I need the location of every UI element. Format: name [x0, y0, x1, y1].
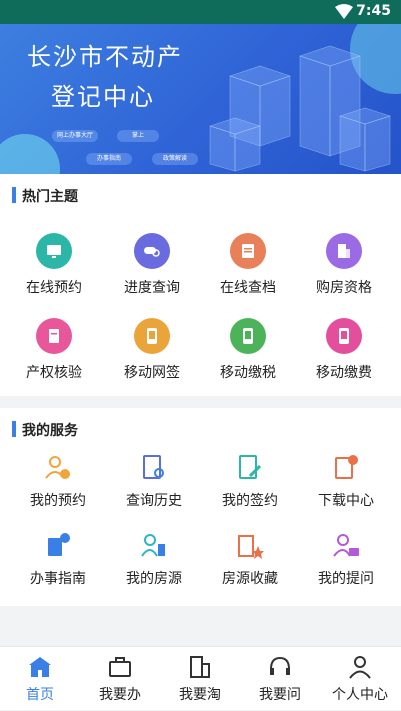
service-query-history[interactable]: 查询历史: [106, 454, 202, 514]
archive-icon: [230, 233, 266, 269]
user-clock-icon: [45, 456, 70, 479]
hot-topics-section: 热门主题 在线预约 进度查询 在线查档 购房资格 产权核验 移动网签 移动缴税 …: [0, 174, 401, 396]
section-accent-bar: [12, 421, 16, 437]
my-services-section: 我的服务 我的预约 查询历史 我的签约 下载中心 办事指南 我的房源 房源收藏 …: [0, 408, 401, 606]
guide-icon: [48, 533, 70, 556]
tab-label: 我要办: [99, 687, 141, 703]
city-buildings-illustration: [209, 45, 391, 172]
banner-decor-circle: [0, 134, 60, 174]
wifi-icon: [335, 4, 353, 19]
tile-label: 移动缴税: [220, 365, 276, 381]
section-accent-bar: [12, 187, 16, 203]
tile-label: 进度查询: [124, 280, 180, 296]
section-title: 我的服务: [22, 423, 78, 439]
hero-banner[interactable]: 长沙市不动产 登记中心 网上办事大厅 掌上 办事指南 政策解读: [0, 24, 401, 174]
download-icon: [335, 455, 358, 479]
tab-label: 我要淘: [179, 687, 221, 703]
service-label: 办事指南: [30, 571, 86, 587]
service-my-contracts[interactable]: 我的签约: [202, 454, 298, 514]
search-progress-icon: [134, 233, 170, 269]
tile-progress-query[interactable]: 进度查询: [104, 233, 200, 303]
pay-icon: [326, 318, 362, 354]
banner-pill-policy: 政策解读: [152, 153, 198, 165]
sign-icon: [134, 318, 170, 354]
service-my-appointments[interactable]: 我的预约: [10, 454, 106, 514]
banner-pill-online-hall: 网上办事大厅: [52, 130, 98, 142]
tab-label: 个人中心: [332, 687, 388, 703]
status-bar: 7:45: [0, 0, 401, 24]
tab-ask[interactable]: 我要问: [240, 647, 320, 711]
service-my-properties[interactable]: 我的房源: [106, 532, 202, 592]
service-property-favorites[interactable]: 房源收藏: [202, 532, 298, 592]
tab-browse[interactable]: 我要淘: [160, 647, 240, 711]
tile-title-verification[interactable]: 产权核验: [6, 318, 102, 388]
building-icon: [326, 233, 362, 269]
tile-mobile-signing[interactable]: 移动网签: [104, 318, 200, 388]
user-building-icon: [141, 534, 165, 557]
service-label: 我的房源: [126, 571, 182, 587]
tile-label: 购房资格: [316, 280, 372, 296]
tile-label: 移动缴费: [316, 365, 372, 381]
tab-label: 首页: [26, 687, 54, 703]
service-label: 查询历史: [126, 493, 182, 509]
tile-online-appointment[interactable]: 在线预约: [6, 233, 102, 303]
monitor-icon: [36, 233, 72, 269]
user-question-icon: [333, 534, 359, 557]
headset-icon: [270, 656, 290, 675]
service-label: 我的预约: [30, 493, 86, 509]
tile-purchase-eligibility[interactable]: 购房资格: [296, 233, 392, 303]
service-label: 房源收藏: [222, 571, 278, 587]
service-label: 我的签约: [222, 493, 278, 509]
file-search-icon: [143, 455, 164, 479]
person-icon: [349, 656, 371, 679]
building-star-icon: [238, 535, 264, 559]
service-label: 下载中心: [318, 493, 374, 509]
document-icon: [36, 318, 72, 354]
banner-title-line1: 长沙市不动产: [27, 43, 183, 71]
tax-icon: [230, 318, 266, 354]
section-title: 热门主题: [22, 189, 78, 205]
tab-label: 我要问: [259, 687, 301, 703]
tile-label: 产权核验: [26, 365, 82, 381]
tile-online-archive[interactable]: 在线查档: [200, 233, 296, 303]
service-guide[interactable]: 办事指南: [10, 532, 106, 592]
banner-pill-guide: 办事指南: [86, 153, 132, 165]
bottom-tab-bar: 首页 我要办 我要淘 我要问 个人中心: [0, 646, 401, 710]
tile-label: 移动网签: [124, 365, 180, 381]
file-edit-icon: [239, 455, 262, 479]
buildings-icon: [190, 656, 210, 678]
tile-mobile-tax[interactable]: 移动缴税: [200, 318, 296, 388]
service-download-center[interactable]: 下载中心: [298, 454, 394, 514]
tile-mobile-payment[interactable]: 移动缴费: [296, 318, 392, 388]
service-my-questions[interactable]: 我的提问: [298, 532, 394, 592]
tab-profile[interactable]: 个人中心: [320, 647, 400, 711]
service-label: 我的提问: [318, 571, 374, 587]
banner-pill-mobile: 掌上: [117, 130, 159, 142]
home-icon: [29, 657, 51, 677]
banner-title-line2: 登记中心: [51, 83, 155, 111]
tile-label: 在线查档: [220, 280, 276, 296]
tile-label: 在线预约: [26, 280, 82, 296]
clock-time: 7:45: [356, 3, 391, 19]
tab-handle[interactable]: 我要办: [80, 647, 160, 711]
briefcase-icon: [109, 657, 131, 677]
tab-home[interactable]: 首页: [0, 647, 80, 711]
